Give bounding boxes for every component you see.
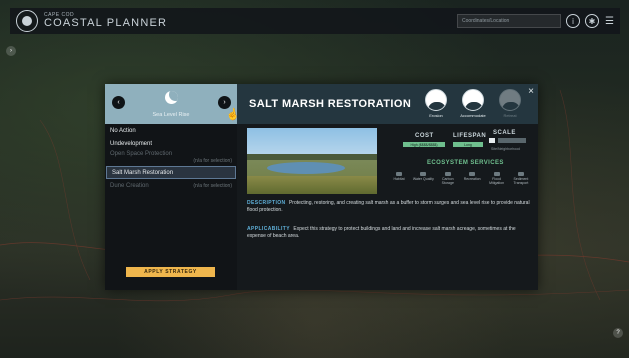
settings-icon[interactable]: ✱ (585, 14, 600, 28)
option-dune-creation: Dune Creation (n/a for selection) (105, 179, 237, 192)
scale-bar-region (498, 138, 526, 143)
cost-label: COST (415, 133, 434, 139)
help-button[interactable]: ? (613, 328, 623, 338)
eco-item: Flood Mitigation (485, 172, 509, 185)
option-no-action[interactable]: No Action (105, 124, 237, 137)
detail-header: SALT MARSH RESTORATION Erosion Accommoda… (237, 84, 538, 124)
scale-bar-site (489, 138, 495, 143)
eco-item: Recreation (460, 172, 484, 185)
salt-marsh-photo (247, 128, 377, 194)
eco-item: Water Quality (411, 172, 435, 185)
applicability-block: APPLICABILITY Expect this strategy to pr… (247, 226, 532, 241)
strategy-options: No Action Undevelopment Open Space Prote… (105, 124, 237, 192)
strategy-modal: ‹ Sea Level Rise › ☝ No Action Undevelop… (105, 84, 538, 290)
option-undevelopment[interactable]: Undevelopment (105, 137, 237, 150)
hazard-label: Accommodate (460, 113, 486, 118)
lifespan-value: Long (453, 142, 483, 147)
app-header: CAPE COD COASTAL PLANNER Coordinates/Loc… (10, 8, 620, 34)
option-salt-marsh-restoration[interactable]: Salt Marsh Restoration (106, 166, 236, 179)
description-block: DESCRIPTION Protecting, restoring, and c… (247, 200, 532, 215)
hazard-erosion[interactable]: Erosion (418, 89, 454, 118)
description-key: DESCRIPTION (247, 200, 286, 206)
option-open-space-protection: Open Space Protection (n/a for selection… (105, 150, 237, 166)
hazard-retreat[interactable]: Retreat (492, 89, 528, 118)
ecosystem-services-label: ECOSYSTEM SERVICES (427, 160, 504, 166)
hazard-accommodate[interactable]: Accommodate (455, 89, 491, 118)
logo-icon (16, 10, 38, 32)
cost-value: High ($$$$/$$$$) (403, 142, 445, 147)
app-logo[interactable]: CAPE COD COASTAL PLANNER (44, 13, 167, 29)
eco-item: Habitat (387, 172, 411, 185)
menu-icon[interactable]: ☰ (605, 16, 614, 27)
info-icon[interactable]: i (566, 14, 581, 28)
apply-strategy-button[interactable]: APPLY STRATEGY (126, 267, 215, 277)
option-unavailable-note: (n/a for selection) (193, 182, 232, 189)
close-icon[interactable]: × (528, 86, 534, 97)
side-panel-toggle[interactable]: › (6, 46, 16, 56)
hazard-label: Erosion (429, 113, 443, 118)
ecosystem-services-list: Habitat Water Quality Carbon Storage Rec… (387, 172, 533, 185)
hazard-label: Retreat (503, 113, 517, 118)
applicability-key: APPLICABILITY (247, 226, 290, 232)
moon-icon (165, 91, 178, 104)
option-label: Salt Marsh Restoration (112, 169, 174, 176)
lifespan-label: LIFESPAN (453, 133, 487, 139)
scale-label: SCALE (493, 130, 516, 136)
eco-item: Sediment Transport (509, 172, 533, 185)
sea-level-rise-label: Sea Level Rise (152, 112, 190, 118)
option-label: No Action (110, 127, 136, 134)
sea-level-rise-selector: ‹ Sea Level Rise › ☝ (105, 84, 241, 124)
search-input[interactable]: Coordinates/Location (457, 14, 562, 28)
strategy-list-panel: ‹ Sea Level Rise › ☝ No Action Undevelop… (105, 84, 241, 290)
logo-title: COASTAL PLANNER (44, 17, 168, 29)
description-text: Protecting, restoring, and creating salt… (247, 200, 530, 214)
retreat-icon (499, 89, 521, 111)
option-label: Dune Creation (110, 182, 149, 189)
prev-arrow-icon[interactable]: ‹ (112, 96, 125, 109)
accommodate-icon (462, 89, 484, 111)
erosion-icon (425, 89, 447, 111)
option-unavailable-note: (n/a for selection) (193, 158, 232, 164)
option-label: Open Space Protection (110, 151, 173, 157)
next-arrow-icon[interactable]: › (218, 96, 231, 109)
strategy-title: SALT MARSH RESTORATION (249, 98, 412, 110)
strategy-detail-panel: SALT MARSH RESTORATION Erosion Accommoda… (237, 84, 538, 290)
option-label: Undevelopment (110, 140, 153, 147)
eco-item: Carbon Storage (436, 172, 460, 185)
scale-sublabel: Site/Neighborhood (491, 147, 520, 151)
